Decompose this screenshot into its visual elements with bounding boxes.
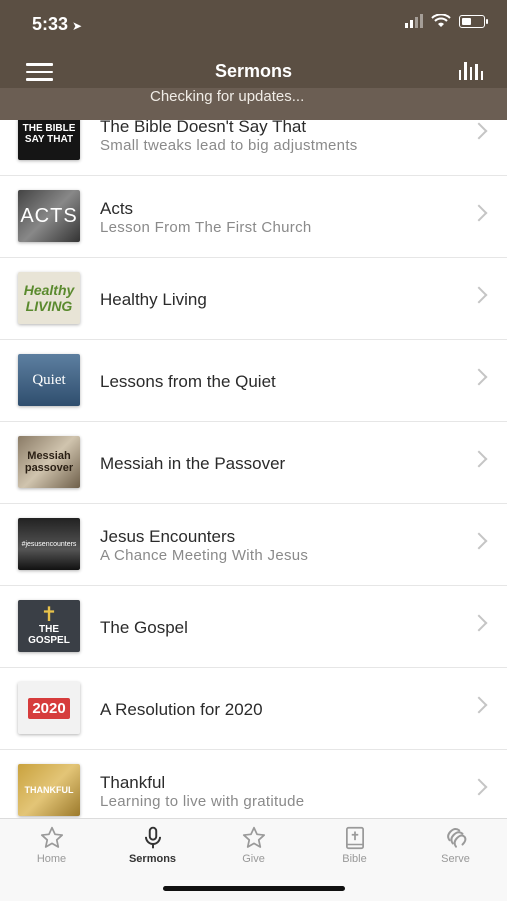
list-item[interactable]: ✝ THE GOSPEL The Gospel — [0, 585, 507, 668]
chevron-right-icon — [470, 368, 488, 386]
list-item[interactable]: 2020 A Resolution for 2020 — [0, 667, 507, 750]
app-header: 5:33 ➤ Sermons Checking for updates... — [0, 0, 507, 120]
bible-icon — [346, 826, 364, 850]
chevron-right-icon — [470, 532, 488, 550]
signal-icon — [405, 14, 423, 28]
sermon-title: Jesus Encounters — [100, 527, 236, 546]
tab-label: Give — [242, 853, 265, 865]
chevron-right-icon — [470, 122, 488, 140]
list-item[interactable]: Quiet Lessons from the Quiet — [0, 339, 507, 422]
sermon-title: Thankful — [100, 773, 166, 792]
tab-label: Home — [36, 853, 67, 865]
sermon-thumbnail: #jesusencounters — [18, 518, 80, 570]
tab-serve[interactable]: Serve — [405, 819, 506, 879]
tab-home[interactable]: Home — [1, 819, 102, 879]
sermon-thumbnail: Messiah passover — [18, 436, 80, 488]
microphone-icon — [144, 826, 162, 849]
tab-label: Sermons — [128, 853, 177, 865]
thumbnail-label: ACTS — [20, 204, 78, 227]
list-item[interactable]: Healthy LIVING Healthy Living — [0, 257, 507, 340]
status-icons — [405, 14, 488, 28]
update-status: Checking for updates... — [0, 88, 507, 120]
star-icon — [242, 826, 266, 848]
sermon-list[interactable]: THE BIBLE SAY THAT The Bible Doesn't Say… — [0, 120, 507, 818]
thumbnail-label: THANKFUL — [24, 785, 74, 795]
chevron-right-icon — [470, 696, 488, 714]
thumbnail-label: 2020 — [28, 697, 70, 719]
chevron-right-icon — [470, 286, 488, 304]
sermon-subtitle: A Chance Meeting With Jesus — [100, 547, 309, 564]
sermon-subtitle: Lesson From The First Church — [100, 219, 312, 236]
sermon-thumbnail: ACTS — [18, 190, 80, 242]
battery-icon — [459, 14, 488, 28]
sermon-thumbnail: Healthy LIVING — [18, 272, 80, 324]
serve-icon — [447, 828, 467, 848]
sermon-title: Healthy Living — [100, 290, 207, 309]
tab-bible[interactable]: Bible — [304, 819, 405, 879]
sermon-title: The Bible Doesn't Say That — [100, 120, 307, 136]
sermon-subtitle: Learning to live with gratitude — [100, 793, 305, 810]
list-item[interactable]: THANKFUL Thankful Learning to live with … — [0, 749, 507, 818]
sermon-subtitle: Small tweaks lead to big adjustments — [100, 137, 358, 154]
sermon-title: A Resolution for 2020 — [100, 700, 263, 719]
tab-label: Bible — [342, 853, 367, 865]
cross-icon: ✝ — [40, 604, 58, 626]
list-item[interactable]: ACTS Acts Lesson From The First Church — [0, 175, 507, 258]
thumbnail-label: THE GOSPEL — [28, 624, 70, 646]
page-title: Sermons — [214, 61, 293, 81]
list-item[interactable]: Messiah passover Messiah in the Passover — [0, 421, 507, 504]
chevron-right-icon — [470, 450, 488, 468]
tab-sermons[interactable]: Sermons — [102, 819, 203, 879]
sermon-thumbnail: Quiet — [18, 354, 80, 406]
status-time: 5:33 ➤ — [32, 14, 82, 35]
home-indicator — [163, 886, 345, 891]
tab-label: Serve — [441, 853, 470, 865]
sermon-thumbnail: 2020 — [18, 682, 80, 734]
sermon-title: Lessons from the Quiet — [100, 372, 276, 391]
location-arrow-icon: ➤ — [72, 19, 83, 33]
thumbnail-label: Quiet — [32, 371, 66, 388]
thumbnail-label: Healthy LIVING — [23, 282, 75, 314]
thumbnail-label: #jesusencounters — [21, 540, 77, 548]
status-time-label: 5:33 — [32, 14, 69, 34]
chevron-right-icon — [470, 778, 488, 796]
chevron-right-icon — [470, 204, 488, 222]
sermon-thumbnail: ✝ THE GOSPEL — [18, 600, 80, 652]
list-item[interactable]: #jesusencounters Jesus Encounters A Chan… — [0, 503, 507, 586]
list-item[interactable]: THE BIBLE SAY THAT The Bible Doesn't Say… — [0, 120, 507, 176]
wifi-icon — [431, 14, 451, 27]
sermon-title: Messiah in the Passover — [100, 454, 286, 473]
star-icon — [40, 826, 64, 848]
sermon-thumbnail: THANKFUL — [18, 764, 80, 816]
thumbnail-label: THE BIBLE SAY THAT — [22, 123, 76, 145]
sermon-title: Acts — [100, 199, 134, 218]
bars-icon[interactable] — [458, 62, 483, 80]
update-status-text: Checking for updates... — [150, 88, 305, 105]
sermon-thumbnail: THE BIBLE SAY THAT — [18, 120, 80, 160]
sermon-title: The Gospel — [100, 618, 188, 637]
chevron-right-icon — [470, 614, 488, 632]
tab-give[interactable]: Give — [203, 819, 304, 879]
thumbnail-label: Messiah passover — [24, 450, 74, 474]
